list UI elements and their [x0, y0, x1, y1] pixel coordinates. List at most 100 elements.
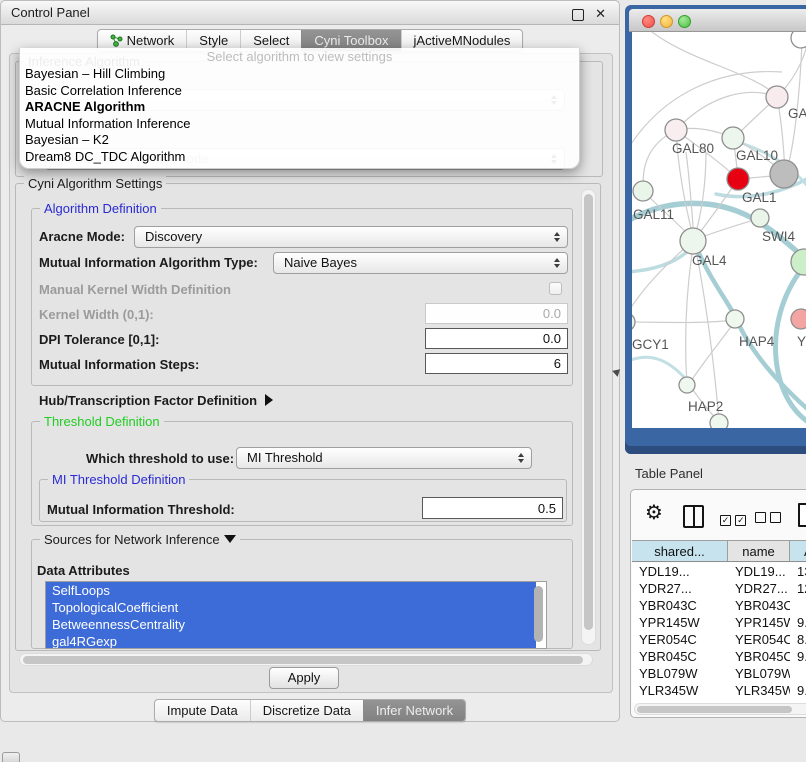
network-window-titlebar[interactable] [629, 9, 806, 32]
network-node-label: GAL1 [742, 190, 777, 205]
gear-icon[interactable]: ⚙ [645, 503, 663, 523]
group-title: Cyni Algorithm Settings [24, 176, 166, 191]
table-cell[interactable]: YDL19... [728, 563, 790, 580]
network-node[interactable] [770, 160, 798, 188]
scrollbar-thumb[interactable] [584, 194, 593, 630]
table-row[interactable]: YBL079WYBL079W [632, 665, 806, 682]
select-all-columns-icon[interactable]: ✓ ✓ [720, 510, 746, 528]
network-node[interactable] [766, 86, 788, 108]
table-cell[interactable]: YLR345W [632, 682, 728, 699]
network-node[interactable] [722, 127, 744, 149]
table-cell[interactable]: YBL079W [632, 665, 728, 682]
table-cell[interactable] [790, 665, 806, 682]
data-attributes-list[interactable]: SelfLoops TopologicalCoefficient Between… [45, 581, 547, 649]
table-cell[interactable]: 12 [790, 580, 806, 597]
network-node[interactable] [791, 249, 806, 275]
list-scrollbar-thumb[interactable] [534, 586, 543, 642]
deselect-all-columns-icon[interactable] [755, 510, 781, 528]
mi-threshold-input[interactable] [422, 497, 563, 519]
scrollbar-thumb[interactable] [23, 656, 583, 664]
table-cell[interactable]: 8. [790, 631, 806, 648]
table-cell[interactable]: YBR045C [728, 648, 790, 665]
popup-item-dream8[interactable]: Dream8 DC_TDC Algorithm [20, 149, 579, 166]
network-node-selected[interactable] [727, 168, 749, 190]
table-row[interactable]: YPR145WYPR145W9. [632, 614, 806, 631]
table-cell[interactable]: YPR145W [632, 614, 728, 631]
table-cell[interactable]: 9. [790, 648, 806, 665]
settings-horizontal-scrollbar[interactable] [19, 653, 593, 666]
tab-infer-network[interactable]: Infer Network [363, 700, 465, 721]
table-row[interactable]: YDR27...YDR27...12 [632, 580, 806, 597]
table-cell[interactable]: YBR043C [728, 597, 790, 614]
table-cell[interactable]: YER054C [728, 631, 790, 648]
network-node[interactable] [633, 181, 653, 201]
settings-vertical-scrollbar[interactable] [581, 189, 596, 645]
table-cell[interactable]: 9. [790, 682, 806, 699]
table-cell[interactable]: YDL19... [632, 563, 728, 580]
close-traffic-light[interactable] [642, 15, 655, 28]
table-cell[interactable]: YBL079W [728, 665, 790, 682]
table-row[interactable]: YER054CYER054C8. [632, 631, 806, 648]
table-cell[interactable]: YPR145W [728, 614, 790, 631]
network-node[interactable] [791, 32, 806, 48]
network-node[interactable] [791, 309, 806, 329]
maximize-traffic-light[interactable] [678, 15, 691, 28]
network-node[interactable] [679, 377, 695, 393]
list-item-betweennesscentrality[interactable]: BetweennessCentrality [46, 616, 536, 633]
group-title: Threshold Definition [40, 414, 164, 429]
tab-discretize-data[interactable]: Discretize Data [250, 700, 363, 721]
export-table-icon[interactable] [798, 503, 806, 527]
apply-button[interactable]: Apply [269, 667, 339, 689]
table-horizontal-scrollbar[interactable] [634, 703, 806, 715]
mi-type-select[interactable]: Naive Bayes [273, 252, 568, 274]
network-canvas[interactable]: GAL GAL80 GAL10 GAL1 GAL11 SWI4 GAL4 HAP… [632, 32, 806, 428]
popup-item-aracne[interactable]: ARACNE Algorithm [20, 99, 579, 116]
network-node[interactable] [751, 209, 769, 227]
table-row[interactable]: YBR045CYBR045C9. [632, 648, 806, 665]
mi-steps-input[interactable] [425, 353, 568, 374]
popup-item-basic-correlation[interactable]: Basic Correlation Inference [20, 83, 579, 100]
scrollbar-thumb[interactable] [637, 706, 792, 713]
list-item-gal4rgexp[interactable]: gal4RGexp [46, 633, 536, 649]
sources-expander[interactable]: Sources for Network Inference [40, 532, 240, 547]
column-header-shared-name[interactable]: shared... [632, 541, 728, 561]
column-header-name[interactable]: name [728, 541, 790, 561]
table-cell[interactable]: YBR043C [632, 597, 728, 614]
close-window-button[interactable]: ✕ [595, 6, 606, 22]
popup-item-mutual-information[interactable]: Mutual Information Inference [20, 116, 579, 133]
tab-impute-data[interactable]: Impute Data [155, 700, 250, 721]
table-row[interactable]: YDL19...YDL19...13 [632, 563, 806, 580]
float-window-button[interactable] [572, 6, 584, 21]
table-cell[interactable]: 13 [790, 563, 806, 580]
popup-item-bayesian-k2[interactable]: Bayesian – K2 [20, 132, 579, 149]
network-node[interactable] [665, 119, 687, 141]
list-item-selfloops[interactable]: SelfLoops [46, 582, 536, 599]
manual-kernel-checkbox[interactable] [549, 282, 562, 295]
table-row[interactable]: YBR043CYBR043C [632, 597, 806, 614]
minimize-traffic-light[interactable] [660, 15, 673, 28]
network-node[interactable] [726, 310, 744, 328]
table-cell[interactable]: YLR345W [728, 682, 790, 699]
column-header-partial[interactable]: A [790, 541, 806, 561]
table-row[interactable]: YLR345WYLR345W9. [632, 682, 806, 699]
table-cell[interactable]: YDR27... [632, 580, 728, 597]
aracne-mode-select[interactable]: Discovery [134, 226, 568, 248]
popup-item-bayesian-hill-climbing[interactable]: Bayesian – Hill Climbing [20, 66, 579, 83]
minimized-window-icon[interactable] [2, 752, 20, 762]
kernel-width-input[interactable] [425, 303, 568, 324]
table-cell[interactable]: 9. [790, 614, 806, 631]
network-node[interactable] [632, 313, 635, 331]
network-node[interactable] [710, 414, 728, 428]
control-panel-titlebar[interactable]: Control Panel ✕ [1, 1, 619, 25]
show-columns-icon[interactable] [683, 505, 704, 528]
table-cell[interactable]: YER054C [632, 631, 728, 648]
table-cell[interactable] [790, 597, 806, 614]
table-cell[interactable]: YDR27... [728, 580, 790, 597]
list-item-topologicalcoefficient[interactable]: TopologicalCoefficient [46, 599, 536, 616]
which-threshold-select[interactable]: MI Threshold [236, 447, 532, 469]
table-cell[interactable]: YBR045C [632, 648, 728, 665]
network-node[interactable] [680, 228, 706, 254]
dpi-tolerance-input[interactable] [425, 328, 568, 349]
network-node-label: GAL4 [692, 253, 727, 268]
hub-definition-expander[interactable]: Hub/Transcription Factor Definition [39, 393, 273, 408]
